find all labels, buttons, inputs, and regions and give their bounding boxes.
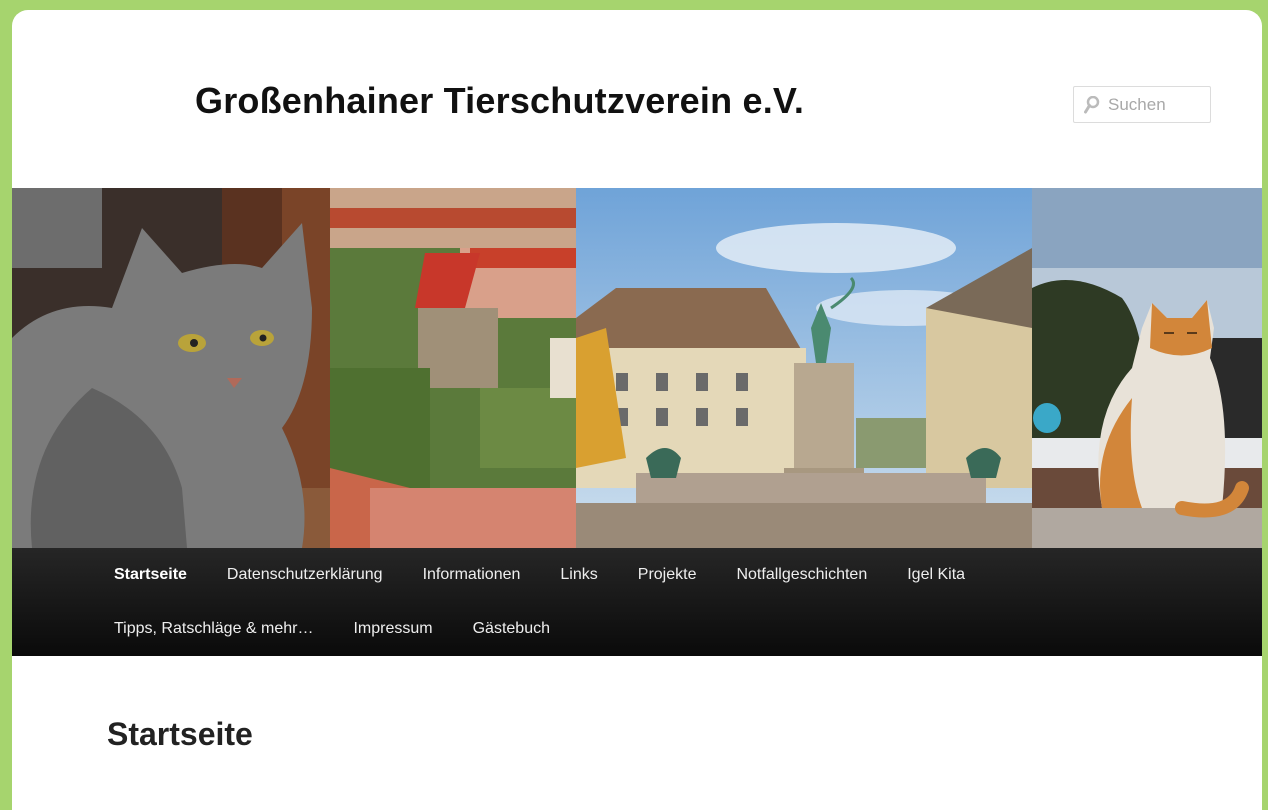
header-banner: [12, 188, 1262, 548]
nav-item-igel-kita[interactable]: Igel Kita: [887, 566, 985, 584]
nav-item-informationen[interactable]: Informationen: [403, 566, 541, 584]
nav-item-tipps[interactable]: Tipps, Ratschläge & mehr…: [94, 620, 333, 638]
site-title[interactable]: Großenhainer Tierschutzverein e.V.: [195, 80, 804, 122]
nav-item-datenschutzerklaerung[interactable]: Datenschutzerklärung: [207, 566, 403, 584]
nav-item-links[interactable]: Links: [540, 566, 617, 584]
nav-item-projekte[interactable]: Projekte: [618, 566, 717, 584]
nav-item-startseite[interactable]: Startseite: [94, 566, 207, 584]
tabby-cat-photo: [12, 188, 330, 548]
page: Großenhainer Tierschutzverein e.V. Suche…: [12, 10, 1262, 810]
nav-item-gaestebuch[interactable]: Gästebuch: [453, 620, 570, 638]
search-box[interactable]: [1073, 86, 1211, 123]
town-rooftops-photo: [330, 188, 576, 548]
town-square-fountain-photo: [576, 188, 1032, 548]
main-navigation: Startseite Datenschutzerklärung Informat…: [12, 548, 1262, 656]
nav-item-impressum[interactable]: Impressum: [333, 620, 452, 638]
nav-item-notfallgeschichten[interactable]: Notfallgeschichten: [716, 566, 887, 584]
orange-white-cat-photo: [1032, 188, 1262, 548]
search-icon: [1084, 95, 1100, 113]
nav-row-1: Startseite Datenschutzerklärung Informat…: [94, 548, 985, 602]
search-input[interactable]: [1108, 94, 1208, 115]
nav-row-2: Tipps, Ratschläge & mehr… Impressum Gäst…: [94, 602, 570, 656]
page-title: Startseite: [107, 716, 253, 752]
